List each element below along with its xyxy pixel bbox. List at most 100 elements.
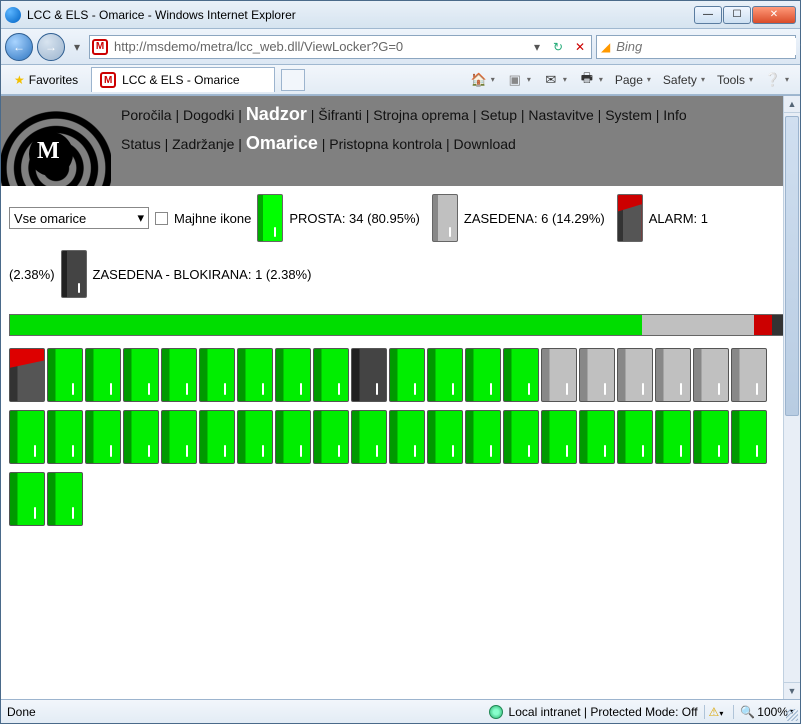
locker-green[interactable] — [199, 410, 235, 464]
locker-green[interactable] — [237, 348, 273, 402]
close-button[interactable]: ✕ — [752, 6, 796, 24]
small-icons-checkbox[interactable] — [155, 212, 168, 225]
locker-green[interactable] — [427, 348, 463, 402]
favorites-button[interactable]: ★ Favorites — [7, 70, 85, 90]
search-input[interactable] — [614, 38, 796, 55]
locker-green[interactable] — [237, 410, 273, 464]
locker-gray[interactable] — [655, 348, 691, 402]
app-nav-link[interactable]: Setup — [480, 107, 517, 123]
help-button[interactable]: ❔▾ — [760, 69, 794, 91]
app-nav-link[interactable]: Strojna oprema — [373, 107, 469, 123]
locker-green[interactable] — [731, 410, 767, 464]
scroll-up-icon[interactable]: ▲ — [784, 96, 800, 113]
home-button[interactable]: 🏠▾ — [466, 69, 500, 91]
locker-green[interactable] — [123, 410, 159, 464]
locker-gray[interactable] — [693, 348, 729, 402]
command-bar: ★ Favorites M LCC & ELS - Omarice 🏠▾ ▣▾ … — [1, 65, 800, 95]
search-bar[interactable]: ◢ 🔍 — [596, 35, 796, 59]
locker-gray[interactable] — [617, 348, 653, 402]
nav-separator: | — [594, 107, 605, 123]
locker-green[interactable] — [427, 410, 463, 464]
locker-green[interactable] — [275, 348, 311, 402]
nav-history-dropdown-icon[interactable]: ▾ — [69, 40, 85, 54]
protected-mode-dropdown[interactable]: ⚠▾ — [704, 705, 728, 719]
locker-filter-select[interactable]: Vse omarice ▾ — [9, 207, 149, 229]
new-tab-button[interactable] — [281, 69, 305, 91]
tools-menu[interactable]: Tools▾ — [712, 70, 758, 90]
locker-green[interactable] — [693, 410, 729, 464]
app-nav-link[interactable]: Šifranti — [318, 107, 362, 123]
refresh-icon[interactable]: ↻ — [549, 40, 567, 54]
locker-green[interactable] — [465, 410, 501, 464]
locker-green[interactable] — [275, 410, 311, 464]
status-distribution-bar — [9, 314, 792, 336]
locker-dark[interactable] — [351, 348, 387, 402]
url-input[interactable] — [112, 38, 525, 55]
locker-green[interactable] — [655, 410, 691, 464]
locker-green[interactable] — [9, 410, 45, 464]
stop-icon[interactable]: ✕ — [571, 40, 589, 54]
locker-green[interactable] — [85, 348, 121, 402]
locker-green[interactable] — [199, 348, 235, 402]
mail-button[interactable]: ✉▾ — [538, 69, 572, 91]
app-nav-link[interactable]: Zadržanje — [172, 136, 234, 152]
app-nav-link[interactable]: Nastavitve — [528, 107, 593, 123]
scroll-down-icon[interactable]: ▼ — [784, 682, 800, 699]
app-nav-link[interactable]: Status — [121, 136, 161, 152]
locker-green[interactable] — [541, 410, 577, 464]
locker-green[interactable] — [313, 348, 349, 402]
app-nav-link[interactable]: Dogodki — [183, 107, 234, 123]
page-content: M Poročila | Dogodki | Nadzor | Šifranti… — [1, 95, 800, 699]
app-nav-row-1: Poročila | Dogodki | Nadzor | Šifranti |… — [121, 104, 687, 125]
content-scrollbar[interactable]: ▲ ▼ — [783, 96, 800, 699]
locker-red[interactable] — [9, 348, 45, 402]
app-nav-link[interactable]: Nadzor — [246, 104, 307, 124]
locker-gray[interactable] — [579, 348, 615, 402]
locker-green[interactable] — [351, 410, 387, 464]
locker-green[interactable] — [503, 348, 539, 402]
safety-menu[interactable]: Safety▾ — [658, 70, 710, 90]
page-menu[interactable]: Page▾ — [610, 70, 656, 90]
locker-green[interactable] — [161, 348, 197, 402]
status-text: Done — [7, 705, 36, 719]
locker-gray[interactable] — [541, 348, 577, 402]
app-nav-link[interactable]: System — [605, 107, 652, 123]
zone-icon — [489, 705, 503, 719]
app-nav-link[interactable]: Download — [454, 136, 516, 152]
address-bar[interactable]: M ▾ ↻ ✕ — [89, 35, 592, 59]
browser-tab[interactable]: M LCC & ELS - Omarice — [91, 67, 274, 92]
zoom-control[interactable]: 🔍 100% ▾ — [733, 705, 794, 719]
legend-icon-free — [257, 194, 283, 242]
locker-green[interactable] — [389, 348, 425, 402]
locker-green[interactable] — [389, 410, 425, 464]
resize-grip[interactable] — [786, 709, 798, 721]
locker-gray[interactable] — [731, 348, 767, 402]
locker-green[interactable] — [47, 472, 83, 526]
scroll-thumb[interactable] — [785, 116, 799, 416]
locker-filter-value: Vse omarice — [14, 211, 86, 226]
url-dropdown-icon[interactable]: ▾ — [529, 40, 545, 54]
locker-green[interactable] — [161, 410, 197, 464]
app-nav-link[interactable]: Info — [663, 107, 686, 123]
locker-green[interactable] — [47, 348, 83, 402]
locker-green[interactable] — [9, 472, 45, 526]
locker-green[interactable] — [579, 410, 615, 464]
locker-green[interactable] — [123, 348, 159, 402]
locker-green[interactable] — [503, 410, 539, 464]
maximize-button[interactable]: ☐ — [723, 6, 751, 24]
minimize-button[interactable]: — — [694, 6, 722, 24]
app-nav-link[interactable]: Pristopna kontrola — [329, 136, 442, 152]
feeds-button[interactable]: ▣▾ — [502, 69, 536, 91]
print-button[interactable]: 🖶▾ — [574, 69, 608, 91]
locker-green[interactable] — [85, 410, 121, 464]
app-nav-link[interactable]: Omarice — [246, 133, 318, 153]
back-button[interactable]: ← — [5, 33, 33, 61]
app-nav-link[interactable]: Poročila — [121, 107, 172, 123]
bar-segment-free — [10, 315, 642, 335]
forward-button[interactable]: → — [37, 33, 65, 61]
print-icon: 🖶 — [579, 72, 595, 88]
locker-green[interactable] — [465, 348, 501, 402]
locker-green[interactable] — [313, 410, 349, 464]
locker-green[interactable] — [617, 410, 653, 464]
locker-green[interactable] — [47, 410, 83, 464]
